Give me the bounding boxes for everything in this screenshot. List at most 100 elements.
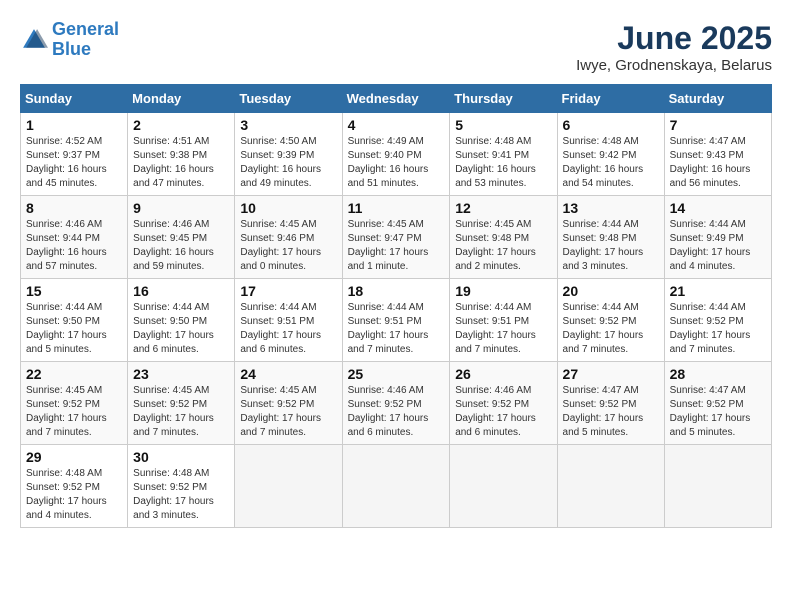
- day-info: Sunrise: 4:52 AM Sunset: 9:37 PM Dayligh…: [26, 135, 122, 191]
- day-number: 18: [348, 283, 445, 299]
- day-number: 23: [133, 366, 229, 382]
- calendar-cell: 28 Sunrise: 4:47 AM Sunset: 9:52 PM Dayli…: [664, 362, 771, 445]
- calendar-cell: 17Sunrise: 4:44 AM Sunset: 9:51 PM Dayli…: [235, 279, 342, 362]
- day-number: 9: [133, 200, 229, 216]
- calendar-cell: 11 Sunrise: 4:45 AM Sunset: 9:47 PM Dayli…: [342, 196, 450, 279]
- day-info: Sunrise: 4:44 AM Sunset: 9:52 PM Dayligh…: [670, 301, 766, 357]
- day-number: 24: [240, 366, 336, 382]
- day-info: Sunrise: 4:48 AM Sunset: 9:52 PM Dayligh…: [133, 467, 229, 523]
- calendar-row: 8 Sunrise: 4:46 AM Sunset: 9:44 PM Daylig…: [21, 196, 772, 279]
- calendar-row: 15 Sunrise: 4:44 AM Sunset: 9:50 PM Dayli…: [21, 279, 772, 362]
- calendar-cell: 27Sunrise: 4:47 AM Sunset: 9:52 PM Dayli…: [557, 362, 664, 445]
- calendar-cell: 23 Sunrise: 4:45 AM Sunset: 9:52 PM Dayli…: [128, 362, 235, 445]
- logo-line2: Blue: [52, 39, 91, 59]
- calendar-cell: 9Sunrise: 4:46 AM Sunset: 9:45 PM Daylig…: [128, 196, 235, 279]
- weekday-header: Friday: [557, 85, 664, 113]
- logo-line1: General: [52, 19, 119, 39]
- title-block: June 2025 Iwye, Grodnenskaya, Belarus: [576, 20, 772, 74]
- day-info: Sunrise: 4:50 AM Sunset: 9:39 PM Dayligh…: [240, 135, 336, 191]
- day-info: Sunrise: 4:45 AM Sunset: 9:52 PM Dayligh…: [240, 384, 336, 440]
- calendar-cell: 3Sunrise: 4:50 AM Sunset: 9:39 PM Daylig…: [235, 113, 342, 196]
- calendar-cell: 21 Sunrise: 4:44 AM Sunset: 9:52 PM Dayli…: [664, 279, 771, 362]
- calendar-cell: 30 Sunrise: 4:48 AM Sunset: 9:52 PM Dayli…: [128, 445, 235, 528]
- day-info: Sunrise: 4:47 AM Sunset: 9:43 PM Dayligh…: [670, 135, 766, 191]
- calendar-cell: 20 Sunrise: 4:44 AM Sunset: 9:52 PM Dayli…: [557, 279, 664, 362]
- calendar-cell: 4 Sunrise: 4:49 AM Sunset: 9:40 PM Daylig…: [342, 113, 450, 196]
- day-number: 5: [455, 117, 551, 133]
- day-info: Sunrise: 4:45 AM Sunset: 9:48 PM Dayligh…: [455, 218, 551, 274]
- day-number: 19: [455, 283, 551, 299]
- calendar-cell: 8 Sunrise: 4:46 AM Sunset: 9:44 PM Daylig…: [21, 196, 128, 279]
- calendar-cell: 13 Sunrise: 4:44 AM Sunset: 9:48 PM Dayli…: [557, 196, 664, 279]
- calendar-cell: 26Sunrise: 4:46 AM Sunset: 9:52 PM Dayli…: [450, 362, 557, 445]
- day-info: Sunrise: 4:45 AM Sunset: 9:52 PM Dayligh…: [133, 384, 229, 440]
- calendar-cell: 15Sunrise: 4:44 AM Sunset: 9:50 PM Dayli…: [21, 279, 128, 362]
- day-number: 1: [26, 117, 122, 133]
- day-info: Sunrise: 4:44 AM Sunset: 9:51 PM Dayligh…: [240, 301, 336, 357]
- day-info: Sunrise: 4:45 AM Sunset: 9:47 PM Dayligh…: [348, 218, 445, 274]
- day-info: Sunrise: 4:46 AM Sunset: 9:44 PM Dayligh…: [26, 218, 122, 274]
- day-info: Sunrise: 4:47 AM Sunset: 9:52 PM Dayligh…: [670, 384, 766, 440]
- day-number: 12: [455, 200, 551, 216]
- day-number: 2: [133, 117, 229, 133]
- calendar-cell: 19 Sunrise: 4:44 AM Sunset: 9:51 PM Dayli…: [450, 279, 557, 362]
- calendar-table: SundayMondayTuesdayWednesdayThursdayFrid…: [20, 84, 772, 528]
- day-number: 13: [563, 200, 659, 216]
- weekday-header: Thursday: [450, 85, 557, 113]
- calendar-cell: 12 Sunrise: 4:45 AM Sunset: 9:48 PM Dayli…: [450, 196, 557, 279]
- day-info: Sunrise: 4:44 AM Sunset: 9:51 PM Dayligh…: [455, 301, 551, 357]
- day-info: Sunrise: 4:44 AM Sunset: 9:52 PM Dayligh…: [563, 301, 659, 357]
- day-info: Sunrise: 4:44 AM Sunset: 9:48 PM Dayligh…: [563, 218, 659, 274]
- calendar-cell: [664, 445, 771, 528]
- day-number: 28: [670, 366, 766, 382]
- location: Iwye, Grodnenskaya, Belarus: [576, 57, 772, 74]
- weekday-header: Monday: [128, 85, 235, 113]
- day-info: Sunrise: 4:44 AM Sunset: 9:49 PM Dayligh…: [670, 218, 766, 274]
- calendar-cell: 7 Sunrise: 4:47 AM Sunset: 9:43 PM Daylig…: [664, 113, 771, 196]
- weekday-header: Saturday: [664, 85, 771, 113]
- logo-text: General Blue: [52, 20, 119, 60]
- weekday-header: Sunday: [21, 85, 128, 113]
- calendar-cell: 18 Sunrise: 4:44 AM Sunset: 9:51 PM Dayli…: [342, 279, 450, 362]
- day-number: 29: [26, 449, 122, 465]
- calendar-cell: 16 Sunrise: 4:44 AM Sunset: 9:50 PM Dayli…: [128, 279, 235, 362]
- day-info: Sunrise: 4:48 AM Sunset: 9:41 PM Dayligh…: [455, 135, 551, 191]
- day-info: Sunrise: 4:48 AM Sunset: 9:42 PM Dayligh…: [563, 135, 659, 191]
- day-number: 11: [348, 200, 445, 216]
- day-number: 30: [133, 449, 229, 465]
- calendar-cell: 24 Sunrise: 4:45 AM Sunset: 9:52 PM Dayli…: [235, 362, 342, 445]
- day-info: Sunrise: 4:46 AM Sunset: 9:52 PM Dayligh…: [348, 384, 445, 440]
- day-info: Sunrise: 4:44 AM Sunset: 9:50 PM Dayligh…: [133, 301, 229, 357]
- day-number: 25: [348, 366, 445, 382]
- day-number: 22: [26, 366, 122, 382]
- day-number: 4: [348, 117, 445, 133]
- day-number: 7: [670, 117, 766, 133]
- calendar-cell: 5 Sunrise: 4:48 AM Sunset: 9:41 PM Daylig…: [450, 113, 557, 196]
- calendar-cell: 6Sunrise: 4:48 AM Sunset: 9:42 PM Daylig…: [557, 113, 664, 196]
- day-info: Sunrise: 4:46 AM Sunset: 9:52 PM Dayligh…: [455, 384, 551, 440]
- day-info: Sunrise: 4:49 AM Sunset: 9:40 PM Dayligh…: [348, 135, 445, 191]
- day-number: 10: [240, 200, 336, 216]
- calendar-row: 22 Sunrise: 4:45 AM Sunset: 9:52 PM Dayli…: [21, 362, 772, 445]
- day-info: Sunrise: 4:45 AM Sunset: 9:52 PM Dayligh…: [26, 384, 122, 440]
- calendar-cell: 29 Sunrise: 4:48 AM Sunset: 9:52 PM Dayli…: [21, 445, 128, 528]
- calendar-cell: 22 Sunrise: 4:45 AM Sunset: 9:52 PM Dayli…: [21, 362, 128, 445]
- day-number: 16: [133, 283, 229, 299]
- calendar-cell: [557, 445, 664, 528]
- calendar-cell: 1 Sunrise: 4:52 AM Sunset: 9:37 PM Daylig…: [21, 113, 128, 196]
- calendar-cell: [235, 445, 342, 528]
- calendar-cell: 2 Sunrise: 4:51 AM Sunset: 9:38 PM Daylig…: [128, 113, 235, 196]
- day-number: 8: [26, 200, 122, 216]
- calendar-cell: 14Sunrise: 4:44 AM Sunset: 9:49 PM Dayli…: [664, 196, 771, 279]
- calendar-cell: [342, 445, 450, 528]
- day-info: Sunrise: 4:51 AM Sunset: 9:38 PM Dayligh…: [133, 135, 229, 191]
- calendar-cell: 25 Sunrise: 4:46 AM Sunset: 9:52 PM Dayli…: [342, 362, 450, 445]
- day-info: Sunrise: 4:44 AM Sunset: 9:51 PM Dayligh…: [348, 301, 445, 357]
- page-header: General Blue June 2025 Iwye, Grodnenskay…: [20, 20, 772, 74]
- calendar-row: 29 Sunrise: 4:48 AM Sunset: 9:52 PM Dayli…: [21, 445, 772, 528]
- day-info: Sunrise: 4:48 AM Sunset: 9:52 PM Dayligh…: [26, 467, 122, 523]
- day-number: 15: [26, 283, 122, 299]
- month-title: June 2025: [576, 20, 772, 57]
- day-number: 21: [670, 283, 766, 299]
- day-number: 20: [563, 283, 659, 299]
